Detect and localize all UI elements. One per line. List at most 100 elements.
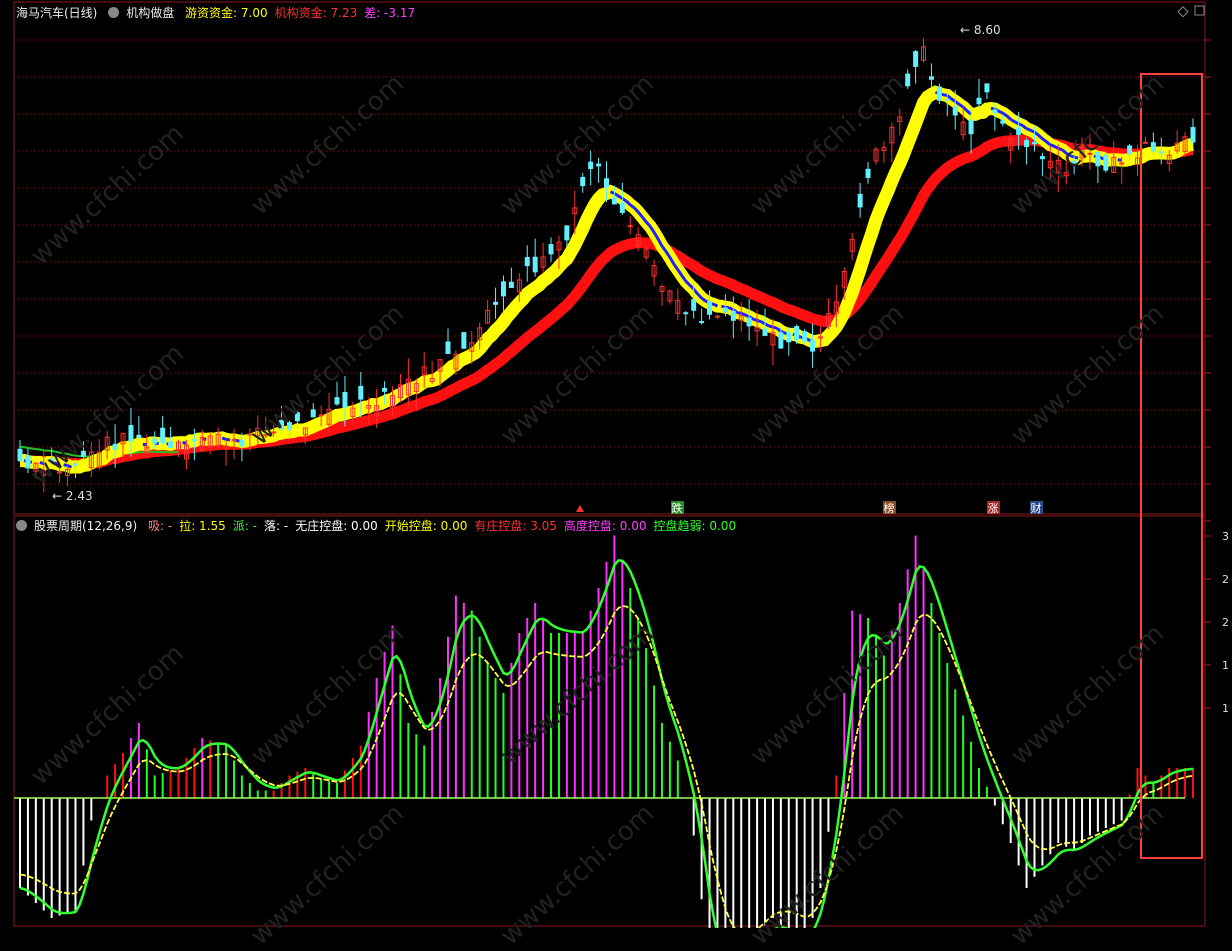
candle-body — [271, 431, 277, 434]
candle-body — [524, 257, 530, 267]
candle-body — [1103, 154, 1109, 171]
candle-body — [80, 450, 86, 457]
top-item-0: 游资资金: 7.00 — [185, 6, 268, 20]
candle-body — [191, 439, 197, 442]
diamond-icon — [1177, 6, 1189, 18]
candle-body — [1127, 145, 1133, 155]
candle-body — [112, 443, 118, 451]
stock-title[interactable]: 海马汽车(日线) — [16, 6, 97, 20]
osc-item-4: 无庄控盘: 0.00 — [295, 519, 378, 533]
price-pane-header: 海马汽车(日线) 机构做盘 游资资金: 7.00 机构资金: 7.23 差: -3.… — [16, 3, 429, 23]
osc-item-5: 开始控盘: 0.00 — [384, 519, 468, 533]
signal-tag-2: 涨 — [988, 502, 999, 515]
candle-body — [1071, 160, 1077, 166]
osc-axis-label-1: 2 — [1222, 573, 1229, 586]
osc-item-7: 高度控盘: 0.00 — [563, 519, 647, 533]
candle-body — [286, 422, 292, 431]
candle-body — [136, 434, 142, 438]
candle-body — [342, 392, 348, 408]
candle-body — [596, 163, 602, 167]
osc-item-3: 落: - — [263, 519, 289, 533]
candle-body — [746, 317, 752, 327]
top-item-1: 机构资金: 7.23 — [274, 6, 358, 20]
top-item-2: 差: -3.17 — [364, 6, 416, 20]
candle-body — [1150, 142, 1156, 152]
candle-body — [802, 331, 808, 342]
osc-axis-label-3: 1 — [1222, 659, 1229, 672]
candle-body — [1031, 142, 1037, 145]
osc-axis-label-2: 2 — [1222, 616, 1229, 629]
signal-tag-1: 榜 — [884, 501, 895, 515]
osc-axis-label-0: 3 — [1222, 530, 1229, 543]
candle-body — [318, 414, 324, 417]
osc-item-8: 控盘趋弱: 0.00 — [653, 519, 737, 533]
candle-body — [500, 281, 506, 297]
candle-body — [1142, 141, 1148, 144]
candle-body — [310, 409, 316, 418]
candle-body — [691, 299, 697, 311]
low-price-label: ← 2.43 — [52, 489, 93, 503]
candle-body — [714, 315, 720, 318]
candle-body — [49, 458, 55, 463]
candle-body — [294, 412, 300, 422]
candle-body — [968, 119, 974, 135]
candle-body — [762, 328, 768, 336]
candle-body — [1190, 127, 1196, 143]
candle-body — [786, 332, 792, 343]
candle-body — [699, 321, 705, 324]
candle-body — [508, 281, 514, 288]
bottom-values: 吸: - 拉: 1.55 派: - 落: - 无庄控盘: 0.00 开始控盘: 0.00 有… — [148, 519, 743, 533]
candle-body — [730, 310, 736, 321]
candle-body — [580, 176, 586, 187]
candle-body — [239, 439, 245, 447]
candle-body — [72, 463, 78, 467]
signal-tag-0: 跌 — [672, 501, 683, 515]
gear-icon[interactable] — [108, 7, 120, 18]
osc-indicator-name[interactable]: 股票周期(12,26,9) — [34, 519, 137, 533]
candle-body — [992, 109, 998, 114]
osc-item-2: 派: - — [232, 519, 257, 533]
candle-body — [279, 419, 285, 430]
candle-body — [604, 178, 609, 188]
candle-body — [1000, 120, 1006, 124]
candle-body — [928, 76, 934, 80]
candle-body — [683, 312, 689, 315]
up-marker-icon — [576, 505, 584, 512]
candle-body — [382, 387, 388, 392]
gear-icon[interactable] — [16, 520, 27, 531]
candle-body — [532, 256, 538, 273]
candle-body — [627, 225, 633, 228]
indicator-name[interactable]: 机构做盘 — [126, 6, 174, 20]
candle-body — [588, 161, 594, 170]
candle-body — [160, 427, 166, 443]
signal-tag-3: 财 — [1031, 501, 1042, 515]
candle-body — [817, 336, 823, 339]
candle-body — [493, 301, 499, 305]
osc-axis-label-4: 1 — [1222, 702, 1229, 715]
chart-canvas: ← 8.60 ← 2.43 跌 榜 涨 财 3 2 2 1 1 — [13, 1, 1229, 928]
candle-body — [1087, 152, 1093, 155]
osc-item-6: 有庄控盘: 3.05 — [474, 519, 557, 533]
candle-body — [128, 425, 134, 442]
oscillator-pane-header: 股票周期(12,26,9) 吸: - 拉: 1.55 派: - 落: - 无庄控盘: 0… — [16, 516, 750, 536]
candle-body — [1024, 140, 1030, 148]
candle-body — [168, 441, 174, 448]
candle-body — [976, 97, 982, 105]
candle-body — [810, 339, 816, 352]
fast-ma-band — [19, 85, 1194, 474]
candle-body — [952, 106, 958, 116]
candle-body — [17, 448, 23, 462]
candle-body — [358, 385, 364, 400]
candle-body — [1095, 151, 1101, 167]
window-icon — [1194, 5, 1205, 16]
candle-body — [936, 86, 942, 101]
osc-item-1: 拉: 1.55 — [179, 519, 226, 533]
top-values: 游资资金: 7.00 机构资金: 7.23 差: -3.17 — [185, 6, 422, 20]
candle-body — [25, 455, 31, 469]
candle-body — [905, 73, 911, 87]
candle-body — [1119, 162, 1125, 165]
candle-body — [152, 438, 158, 444]
candle-body — [1016, 127, 1022, 135]
candle-body — [1039, 156, 1045, 160]
candle-body — [865, 168, 871, 179]
